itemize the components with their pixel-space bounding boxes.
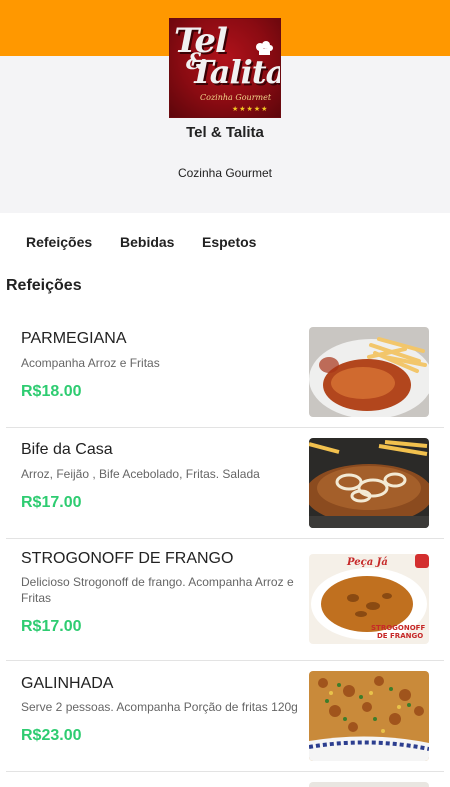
chef-hat-icon (256, 41, 273, 55)
next-item-photo (309, 782, 429, 787)
strogonoff-photo: Peça Já STROGONOFF DE FRANGO (309, 554, 429, 644)
item-price: R$17.00 (21, 494, 82, 511)
category-tabs: Refeições Bebidas Espetos (0, 226, 450, 258)
store-name: Tel & Talita (186, 124, 264, 141)
item-name: STROGONOFF DE FRANGO (21, 550, 234, 567)
menu-item-bife-da-casa[interactable]: Bife da Casa Arroz, Feijão , Bife Acebol… (6, 428, 444, 539)
tab-refeicoes[interactable]: Refeições (26, 234, 92, 250)
photo-caption-line1: STROGONOFF (371, 624, 425, 632)
logo-text-talita: Talita (190, 53, 281, 91)
store-logo: Tel & Talita Cozinha Gourmet ★★★★★ (169, 18, 281, 118)
item-name: GALINHADA (21, 675, 114, 692)
item-price: R$17.00 (21, 618, 82, 635)
photo-caption-top: Peça Já (346, 557, 388, 568)
logo-subtitle: Cozinha Gourmet (200, 93, 272, 102)
menu-item-partial[interactable] (6, 772, 444, 787)
tab-bebidas[interactable]: Bebidas (120, 234, 174, 250)
store-tagline: Cozinha Gourmet (177, 166, 273, 180)
section-title: Refeições (6, 277, 82, 294)
parmegiana-photo (309, 327, 429, 417)
item-description: Arroz, Feijão , Bife Acebolado, Fritas. … (21, 467, 260, 481)
menu-item-parmegiana[interactable]: PARMEGIANA Acompanha Arroz e Fritas R$18… (6, 316, 444, 428)
bife-photo (309, 438, 429, 528)
galinhada-photo (309, 671, 429, 761)
menu-item-galinhada[interactable]: GALINHADA Serve 2 pessoas. Acompanha Por… (6, 661, 444, 772)
logo-stars: ★★★★★ (232, 106, 269, 113)
tab-espetos[interactable]: Espetos (202, 234, 256, 250)
item-price: R$23.00 (21, 727, 82, 744)
item-name: Bife da Casa (21, 441, 113, 458)
item-description: Acompanha Arroz e Fritas (21, 356, 160, 370)
item-price: R$18.00 (21, 383, 82, 400)
item-name: PARMEGIANA (21, 330, 127, 347)
menu-item-strogonoff[interactable]: STROGONOFF DE FRANGO Delicioso Strogonof… (6, 539, 444, 661)
photo-caption-line2: DE FRANGO (377, 632, 423, 640)
item-description: Serve 2 pessoas. Acompanha Porção de fri… (21, 700, 298, 714)
item-description: Delicioso Strogonoff de frango. Acompanh… (21, 575, 294, 605)
